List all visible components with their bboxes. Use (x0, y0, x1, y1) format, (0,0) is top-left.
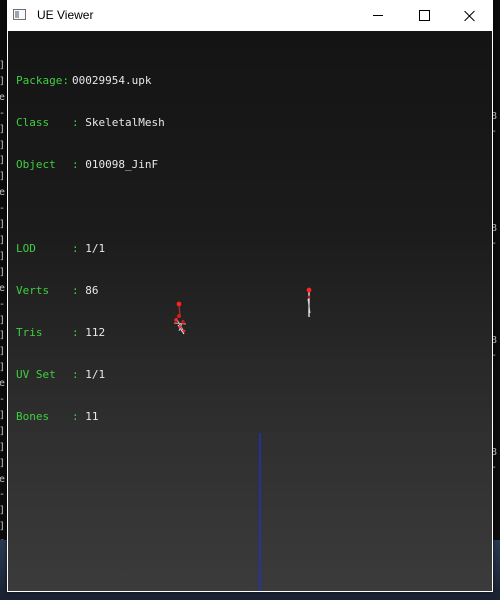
ue-viewer-window: UE Viewer Package: 00029954.upk Class: Sk… (7, 0, 493, 592)
3d-viewport[interactable]: Package: 00029954.upk Class: SkeletalMesh… (8, 31, 492, 591)
background-console-left-text: ] ] e - ] ] ] ] e - ] ] ] ] e - ] ] ] ] … (0, 60, 6, 580)
maximize-icon (418, 10, 430, 21)
close-icon (464, 10, 476, 22)
bone-cluster-left (173, 301, 187, 335)
skeleton-render (173, 287, 312, 591)
app-window-icon (13, 9, 26, 20)
maximize-button[interactable] (401, 0, 447, 31)
minimize-button[interactable] (355, 0, 401, 31)
close-button[interactable] (447, 0, 493, 31)
bone-cluster-right (306, 287, 312, 317)
title-bar[interactable]: UE Viewer (7, 0, 493, 31)
background-console-right: 8-8-8-8- (492, 0, 500, 600)
minimize-icon (373, 15, 383, 16)
window-title: UE Viewer (37, 8, 94, 22)
